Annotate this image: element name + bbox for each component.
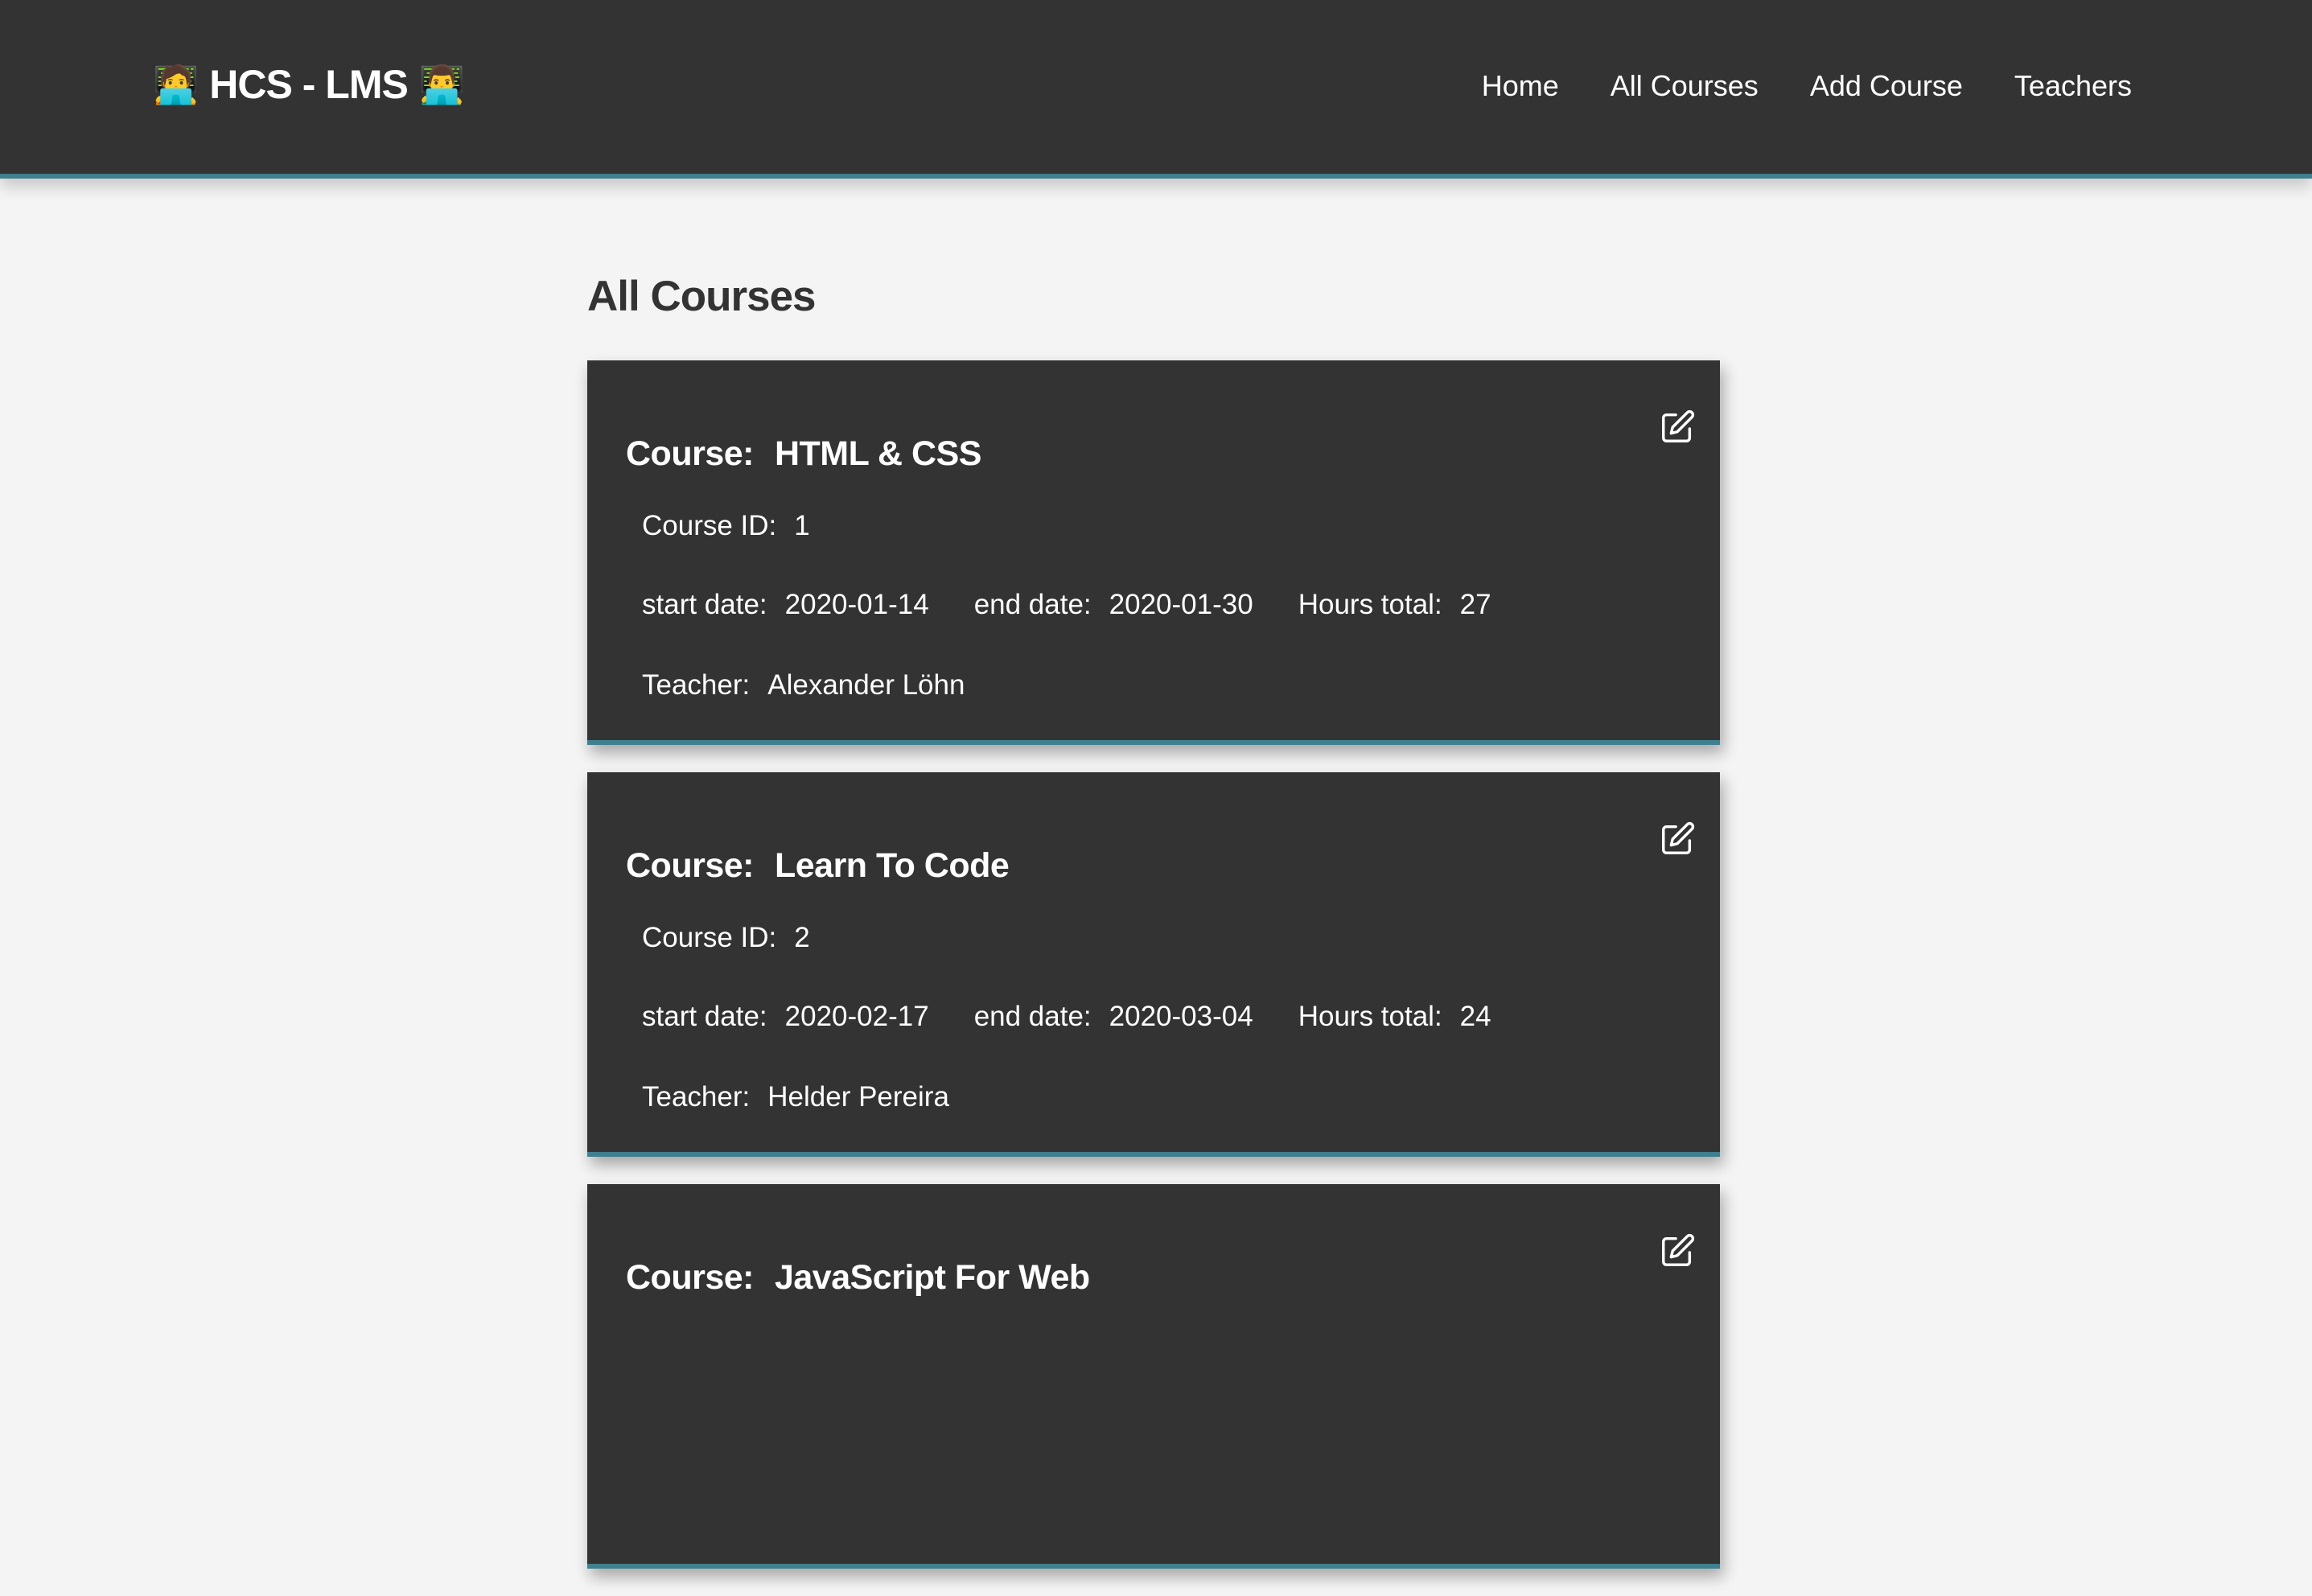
edit-icon[interactable] — [1659, 1232, 1696, 1269]
course-card: Course: JavaScript For Web — [587, 1184, 1720, 1569]
edit-icon[interactable] — [1659, 409, 1696, 446]
teacher-row: Teacher: Helder Pereira — [642, 1081, 949, 1113]
hours-total-value: 27 — [1459, 589, 1491, 620]
course-id-value: 2 — [794, 922, 810, 953]
end-date-label: end date: — [973, 1001, 1092, 1032]
teacher-name: Helder Pereira — [767, 1081, 949, 1113]
end-date-value: 2020-03-04 — [1109, 1001, 1253, 1032]
brand-title: HCS - LMS — [209, 62, 409, 107]
nav-link-add-course[interactable]: Add Course — [1810, 69, 1963, 103]
nav-link-home[interactable]: Home — [1482, 69, 1559, 103]
man-technologist-icon: 👨‍💻 — [418, 64, 465, 105]
end-date-value: 2020-01-30 — [1109, 589, 1253, 620]
course-name: HTML & CSS — [774, 434, 982, 473]
nav-link-all-courses[interactable]: All Courses — [1611, 69, 1759, 103]
teacher-label: Teacher: — [642, 669, 751, 701]
course-label: Course: — [626, 846, 754, 885]
top-navbar: 🧑‍💻 HCS - LMS 👨‍💻 Home All Courses Add C… — [0, 0, 2312, 179]
course-label: Course: — [626, 1258, 754, 1297]
course-name: Learn To Code — [774, 846, 1010, 885]
course-dates-row: start date: 2020-02-17 end date: 2020-03… — [642, 1001, 1491, 1033]
course-id-label: Course ID: — [642, 922, 777, 953]
hours-total-label: Hours total: — [1298, 589, 1442, 620]
page-title: All Courses — [587, 273, 817, 320]
nav-links: Home All Courses Add Course Teachers — [1482, 69, 2132, 103]
course-id-label: Course ID: — [642, 510, 777, 541]
start-date-label: start date: — [642, 1001, 767, 1032]
course-list: Course: HTML & CSS Course ID: 1 start dat… — [587, 360, 1720, 1596]
edit-icon[interactable] — [1659, 821, 1696, 858]
hours-total-value: 24 — [1459, 1001, 1491, 1032]
end-date-label: end date: — [973, 589, 1092, 620]
woman-technologist-icon: 🧑‍💻 — [153, 64, 199, 105]
teacher-label: Teacher: — [642, 1081, 751, 1113]
start-date-value: 2020-01-14 — [784, 589, 929, 620]
course-title: Course: HTML & CSS — [626, 434, 981, 474]
course-card: Course: HTML & CSS Course ID: 1 start dat… — [587, 360, 1720, 745]
start-date-label: start date: — [642, 589, 767, 620]
course-title: Course: Learn To Code — [626, 846, 1010, 886]
course-card: Course: Learn To Code Course ID: 2 start … — [587, 772, 1720, 1157]
course-id-value: 1 — [794, 510, 810, 541]
hours-total-label: Hours total: — [1298, 1001, 1442, 1032]
brand-logo[interactable]: 🧑‍💻 HCS - LMS 👨‍💻 — [153, 61, 465, 108]
course-label: Course: — [626, 434, 754, 473]
teacher-row: Teacher: Alexander Löhn — [642, 669, 965, 701]
nav-link-teachers[interactable]: Teachers — [2014, 69, 2132, 103]
teacher-name: Alexander Löhn — [767, 669, 965, 701]
course-name: JavaScript For Web — [774, 1258, 1090, 1297]
course-title: Course: JavaScript For Web — [626, 1258, 1090, 1298]
course-id-row: Course ID: 2 — [642, 922, 810, 954]
course-dates-row: start date: 2020-01-14 end date: 2020-01… — [642, 589, 1491, 621]
start-date-value: 2020-02-17 — [784, 1001, 929, 1032]
course-id-row: Course ID: 1 — [642, 510, 810, 542]
